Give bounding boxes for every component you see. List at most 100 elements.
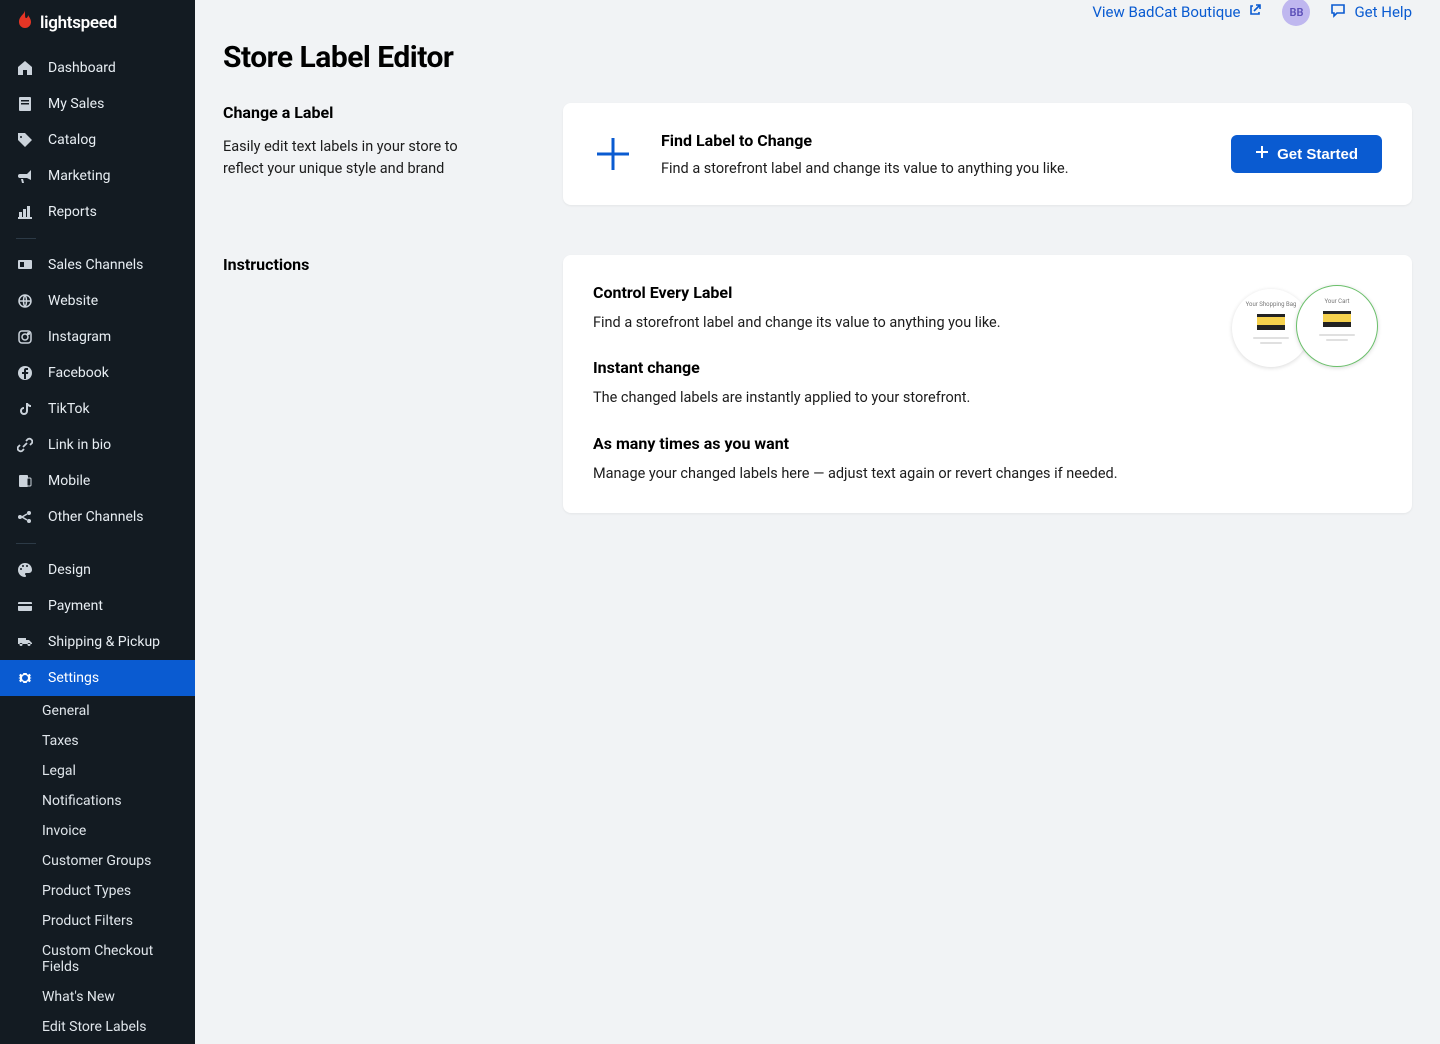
- instruction-block-title: As many times as you want: [593, 434, 1202, 453]
- sidebar-item-label: My Sales: [48, 96, 104, 112]
- instruction-block-desc: The changed labels are instantly applied…: [593, 387, 1202, 409]
- home-icon: [16, 59, 34, 77]
- sidebar-item-settings[interactable]: Settings: [0, 660, 195, 696]
- flame-icon: [16, 10, 34, 36]
- shorts-icon: [1257, 314, 1285, 330]
- sidebar-item-label: Other Channels: [48, 509, 144, 525]
- sidebar-item-tiktok[interactable]: TikTok: [0, 391, 195, 427]
- sidebar-sub-product-types[interactable]: Product Types: [0, 876, 195, 906]
- chat-icon: [1330, 2, 1346, 22]
- get-started-button[interactable]: Get Started: [1231, 135, 1382, 173]
- avatar-initials: BB: [1289, 6, 1303, 19]
- sidebar-item-shipping[interactable]: Shipping & Pickup: [0, 624, 195, 660]
- nav-divider: [16, 238, 36, 239]
- sidebar-sub-invoice[interactable]: Invoice: [0, 816, 195, 846]
- shorts-icon: [1323, 311, 1351, 327]
- link-icon: [16, 436, 34, 454]
- sidebar-item-mobile[interactable]: Mobile: [0, 463, 195, 499]
- instructions-card: Control Every Label Find a storefront la…: [563, 255, 1412, 513]
- illustration-before-label: Your Shopping Bag: [1246, 301, 1297, 308]
- sidebar-sub-product-filters[interactable]: Product Filters: [0, 906, 195, 936]
- page-title: Store Label Editor: [223, 40, 1412, 75]
- sidebar-item-catalog[interactable]: Catalog: [0, 122, 195, 158]
- external-link-icon: [1248, 3, 1262, 21]
- nodes-icon: [16, 508, 34, 526]
- main-area: View BadCat Boutique BB Get Help Store L…: [195, 0, 1440, 1044]
- wallet-icon: [16, 597, 34, 615]
- view-store-link[interactable]: View BadCat Boutique: [1092, 3, 1262, 21]
- sidebar-item-label: Marketing: [48, 168, 111, 184]
- sidebar-sub-whats-new[interactable]: What's New: [0, 982, 195, 1012]
- sidebar-item-label: Sales Channels: [48, 257, 143, 273]
- find-label-card: Find Label to Change Find a storefront l…: [563, 103, 1412, 205]
- sidebar-item-marketing[interactable]: Marketing: [0, 158, 195, 194]
- sidebar-item-label: Catalog: [48, 132, 96, 148]
- instructions-illustration: Your Shopping Bag Your Cart: [1232, 283, 1382, 373]
- mobile-icon: [16, 472, 34, 490]
- sidebar-item-label: Website: [48, 293, 98, 309]
- instruction-block-desc: Find a storefront label and change its v…: [593, 312, 1202, 334]
- brand-name: lightspeed: [40, 13, 117, 33]
- find-card-desc: Find a storefront label and change its v…: [661, 160, 1203, 177]
- sidebar-item-website[interactable]: Website: [0, 283, 195, 319]
- tiktok-icon: [16, 400, 34, 418]
- section-change-desc: Easily edit text labels in your store to…: [223, 136, 483, 181]
- section-instructions: Instructions Control Every Label Find a …: [223, 255, 1412, 513]
- topbar: View BadCat Boutique BB Get Help: [195, 0, 1440, 22]
- facebook-icon: [16, 364, 34, 382]
- sidebar-sub-legal[interactable]: Legal: [0, 756, 195, 786]
- content: Store Label Editor Change a Label Easily…: [195, 22, 1440, 603]
- sidebar-item-label: Mobile: [48, 473, 90, 489]
- sidebar-sub-general[interactable]: General: [0, 696, 195, 726]
- instruction-block-title: Instant change: [593, 358, 1202, 377]
- sidebar-item-other-channels[interactable]: Other Channels: [0, 499, 195, 535]
- sidebar-sub-taxes[interactable]: Taxes: [0, 726, 195, 756]
- chart-icon: [16, 203, 34, 221]
- brand-logo[interactable]: lightspeed: [0, 0, 195, 50]
- sidebar-item-my-sales[interactable]: My Sales: [0, 86, 195, 122]
- gear-icon: [16, 669, 34, 687]
- help-label: Get Help: [1354, 3, 1412, 21]
- sidebar-item-instagram[interactable]: Instagram: [0, 319, 195, 355]
- sidebar-item-design[interactable]: Design: [0, 552, 195, 588]
- sidebar-item-label: Link in bio: [48, 437, 111, 453]
- nav-divider: [16, 543, 36, 544]
- plus-icon: [593, 134, 633, 174]
- instruction-block-title: Control Every Label: [593, 283, 1202, 302]
- sidebar-item-dashboard[interactable]: Dashboard: [0, 50, 195, 86]
- sidebar-sub-notifications[interactable]: Notifications: [0, 786, 195, 816]
- sidebar-sub-customer-groups[interactable]: Customer Groups: [0, 846, 195, 876]
- sidebar-item-label: Payment: [48, 598, 103, 614]
- instruction-block-desc: Manage your changed labels here — adjust…: [593, 463, 1202, 485]
- sidebar-sub-edit-store-labels[interactable]: Edit Store Labels: [0, 1012, 195, 1042]
- instagram-icon: [16, 328, 34, 346]
- channels-icon: [16, 256, 34, 274]
- illustration-after-label: Your Cart: [1325, 298, 1350, 305]
- sidebar-item-label: Design: [48, 562, 91, 578]
- sidebar-item-label: Settings: [48, 670, 99, 686]
- sidebar-item-reports[interactable]: Reports: [0, 194, 195, 230]
- sidebar-item-label: TikTok: [48, 401, 90, 417]
- sidebar-item-payment[interactable]: Payment: [0, 588, 195, 624]
- section-change-title: Change a Label: [223, 103, 483, 122]
- get-started-label: Get Started: [1277, 146, 1358, 163]
- sidebar-sub-custom-checkout[interactable]: Custom Checkout Fields: [0, 936, 195, 982]
- palette-icon: [16, 561, 34, 579]
- sidebar-item-label: Dashboard: [48, 60, 116, 76]
- section-instructions-title: Instructions: [223, 255, 483, 274]
- illustration-after: Your Cart: [1296, 285, 1378, 367]
- globe-icon: [16, 292, 34, 310]
- document-icon: [16, 95, 34, 113]
- sidebar: lightspeed Dashboard My Sales Catalog Ma…: [0, 0, 195, 1044]
- view-store-label: View BadCat Boutique: [1092, 3, 1240, 21]
- find-card-title: Find Label to Change: [661, 131, 1203, 150]
- sidebar-item-sales-channels[interactable]: Sales Channels: [0, 247, 195, 283]
- get-help-link[interactable]: Get Help: [1330, 2, 1412, 22]
- truck-icon: [16, 633, 34, 651]
- sidebar-item-facebook[interactable]: Facebook: [0, 355, 195, 391]
- megaphone-icon: [16, 167, 34, 185]
- tag-icon: [16, 131, 34, 149]
- sidebar-item-label: Instagram: [48, 329, 111, 345]
- sidebar-item-label: Facebook: [48, 365, 109, 381]
- sidebar-item-link-in-bio[interactable]: Link in bio: [0, 427, 195, 463]
